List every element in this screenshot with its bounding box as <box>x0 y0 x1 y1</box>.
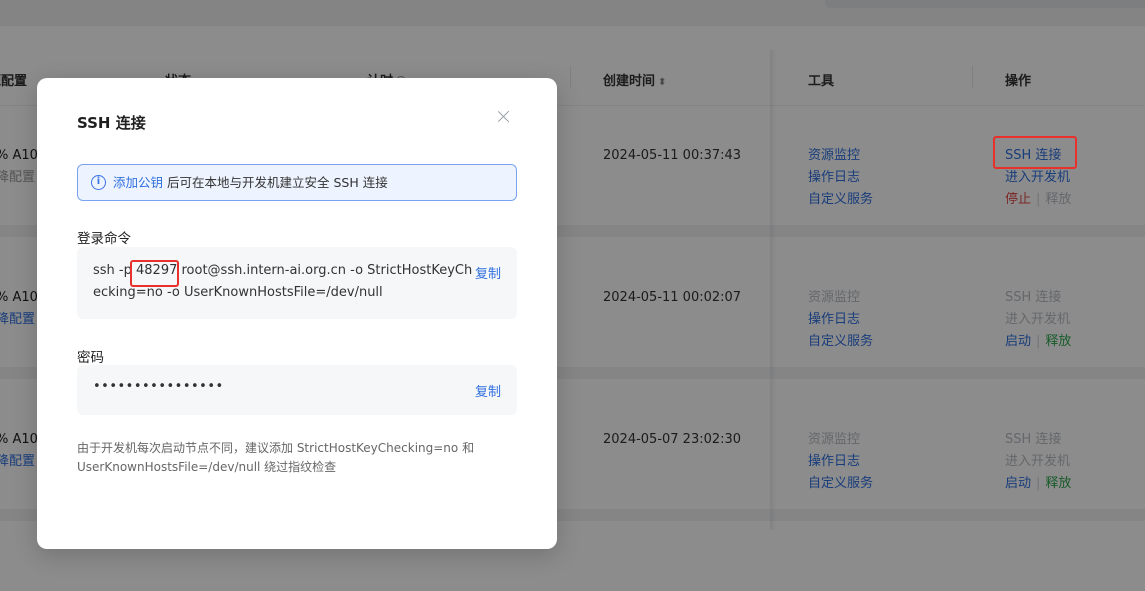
ssh-connect-dialog: SSH 连接 i 添加公钥 后可在本地与开发机建立安全 SSH 连接 登录命令 … <box>37 78 557 549</box>
copy-password-button[interactable]: 复制 <box>475 381 501 400</box>
password-box: •••••••••••••••• 复制 <box>77 365 517 415</box>
dialog-title: SSH 连接 <box>77 114 146 132</box>
info-alert: i 添加公钥 后可在本地与开发机建立安全 SSH 连接 <box>77 164 517 201</box>
info-icon: i <box>91 175 106 190</box>
password-label: 密码 <box>77 350 104 366</box>
copy-command-button[interactable]: 复制 <box>475 263 501 282</box>
close-icon[interactable] <box>495 108 513 126</box>
ssh-port: 48297 <box>136 263 178 278</box>
login-command-label: 登录命令 <box>77 231 131 247</box>
add-public-key-link[interactable]: 添加公钥 <box>113 175 163 190</box>
alert-text: 后可在本地与开发机建立安全 SSH 连接 <box>163 175 388 190</box>
command-prefix: ssh -p <box>93 263 136 278</box>
password-value: •••••••••••••••• <box>93 379 224 394</box>
fingerprint-hint: 由于开发机每次启动节点不同，建议添加 StrictHostKeyChecking… <box>77 441 475 474</box>
login-command-box: ssh -p 48297 root@ssh.intern-ai.org.cn -… <box>77 247 517 319</box>
login-command-text[interactable]: ssh -p 48297 root@ssh.intern-ai.org.cn -… <box>93 260 473 304</box>
